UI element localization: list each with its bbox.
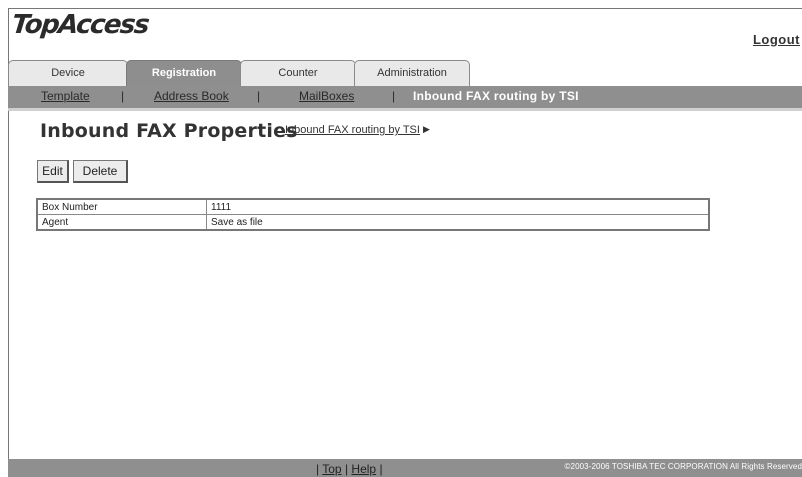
property-value: 1111: [206, 198, 710, 215]
tab-administration[interactable]: Administration: [354, 60, 470, 86]
footer-separator: |: [316, 462, 320, 476]
footer-nav: | Top | Help |: [316, 462, 383, 476]
footer-help-link[interactable]: Help: [351, 462, 376, 476]
property-label: Box Number: [36, 198, 207, 215]
tab-counter[interactable]: Counter: [240, 60, 356, 86]
property-label: Agent: [36, 214, 207, 231]
property-value: Save as file: [206, 214, 710, 231]
arrow-right-icon: ▶: [423, 124, 430, 134]
main-tabs: Device Registration Counter Administrati…: [8, 60, 470, 86]
footer-top-link[interactable]: Top: [322, 462, 341, 476]
edit-button[interactable]: Edit: [37, 160, 69, 183]
topaccess-logo: TopAccess: [10, 10, 150, 40]
subnav-mailboxes-link[interactable]: MailBoxes: [299, 89, 354, 103]
breadcrumb-link[interactable]: Inbound FAX routing by TSI: [285, 124, 420, 136]
footer-separator: |: [344, 462, 349, 476]
subnav-separator: |: [121, 89, 125, 103]
logout-link[interactable]: Logout: [753, 32, 800, 47]
subnav-template-link[interactable]: Template: [41, 89, 90, 103]
tab-registration[interactable]: Registration: [126, 60, 242, 86]
copyright-text: ©2003-2006 TOSHIBA TEC CORPORATION All R…: [564, 462, 802, 471]
sub-navigation-bar: Template | Address Book | MailBoxes | In…: [8, 86, 802, 111]
subnav-address-book-link[interactable]: Address Book: [154, 89, 229, 103]
delete-button[interactable]: Delete: [73, 160, 128, 183]
table-row: Box Number 1111: [36, 198, 710, 215]
subnav-separator: |: [392, 89, 396, 103]
footer-separator: |: [379, 462, 383, 476]
subnav-current-page: Inbound FAX routing by TSI: [413, 89, 579, 103]
page-title: Inbound FAX Properties: [40, 120, 298, 142]
tab-device[interactable]: Device: [8, 60, 128, 86]
footer-bar: | Top | Help | ©2003-2006 TOSHIBA TEC CO…: [8, 459, 802, 477]
subnav-separator: |: [257, 89, 261, 103]
table-row: Agent Save as file: [36, 214, 710, 231]
properties-table: Box Number 1111 Agent Save as file: [36, 198, 710, 231]
